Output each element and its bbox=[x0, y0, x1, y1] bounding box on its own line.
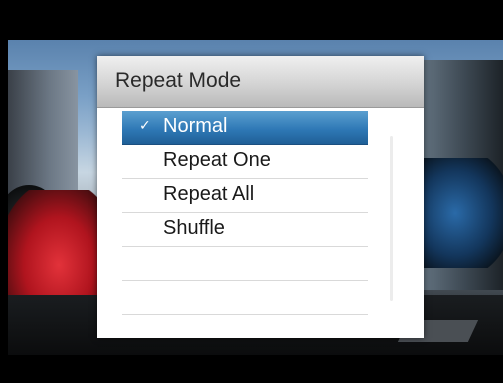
option-repeat-one[interactable]: Repeat One bbox=[122, 145, 368, 179]
option-shuffle[interactable]: Shuffle bbox=[122, 213, 368, 247]
checkmark-icon: ✓ bbox=[139, 118, 151, 134]
option-label: Normal bbox=[163, 115, 228, 137]
option-label: Shuffle bbox=[163, 217, 225, 239]
option-repeat-all[interactable]: Repeat All bbox=[122, 179, 368, 213]
device-screen: Repeat Mode ✓ Normal Repeat One Repeat A… bbox=[0, 0, 503, 383]
option-label: Repeat All bbox=[163, 183, 255, 205]
repeat-mode-list: ✓ Normal Repeat One Repeat All Shuffle bbox=[122, 111, 368, 315]
option-label: Repeat One bbox=[163, 149, 271, 171]
option-normal[interactable]: ✓ Normal bbox=[122, 111, 368, 145]
scrollbar[interactable] bbox=[390, 136, 393, 301]
dialog-title: Repeat Mode bbox=[115, 69, 242, 92]
empty-list-row bbox=[122, 281, 368, 315]
repeat-mode-dialog: Repeat Mode ✓ Normal Repeat One Repeat A… bbox=[97, 56, 424, 338]
dialog-header: Repeat Mode bbox=[97, 56, 424, 108]
empty-list-row bbox=[122, 247, 368, 281]
blue-race-car bbox=[423, 158, 503, 268]
